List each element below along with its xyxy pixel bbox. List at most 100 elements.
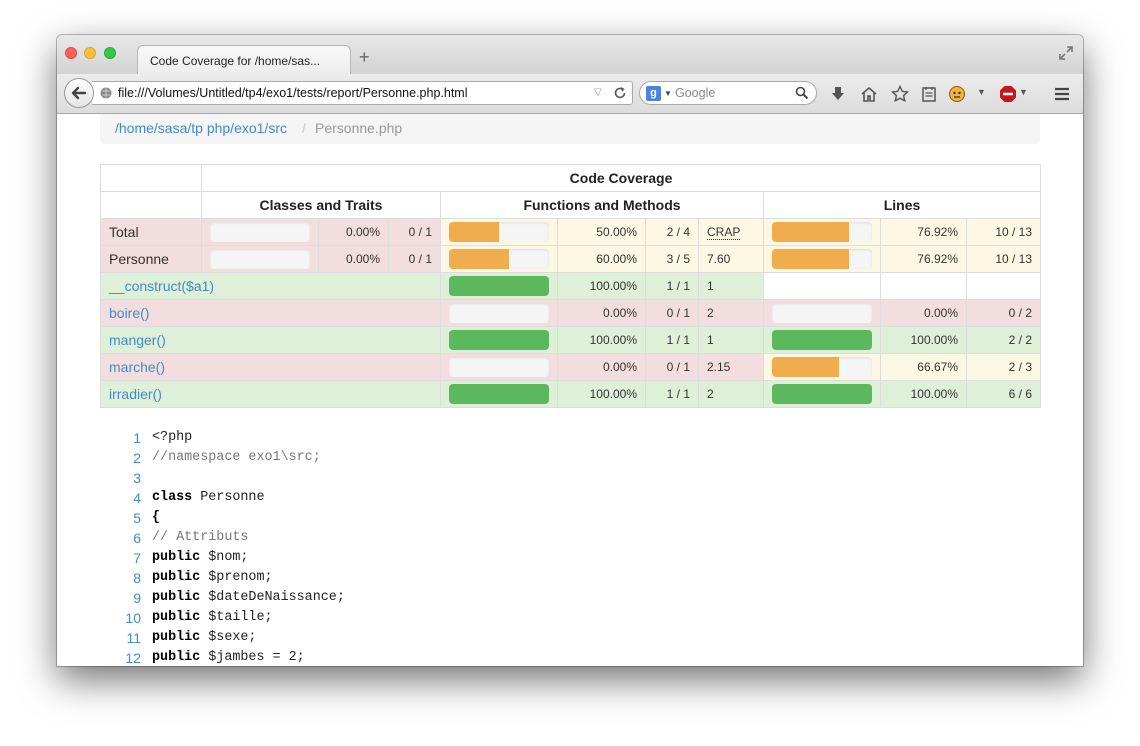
greasemonkey-dropdown-icon[interactable]: ▼ [977,87,986,97]
line-number[interactable]: 12 [117,648,141,666]
code-token: $dateDeNaissance; [200,590,345,605]
functions-bar-cell [440,245,558,273]
functions-bar-cell [440,380,558,408]
functions-percent-value: 100.00% [589,279,637,293]
lines-bar-cell [763,218,881,246]
functions-count-value: 2 / 4 [666,225,690,239]
functions-progress-bar-fill [449,249,509,269]
line-number[interactable]: 8 [117,568,141,588]
classes-progress-bar [210,222,310,242]
crap-value: 7.60 [707,252,731,266]
method-link[interactable]: marche() [109,359,165,375]
functions-count-value: 1 / 1 [666,333,690,347]
lines-count: 6 / 6 [965,380,1042,408]
lines-count-value: 2 / 2 [1008,333,1033,347]
line-number[interactable]: 11 [117,628,141,648]
bookmark-star-icon[interactable] [891,85,909,103]
globe-icon [100,87,112,99]
code-text: public $prenom; [152,568,273,588]
functions-count: 3 / 5 [645,245,699,273]
search-icon[interactable] [795,86,809,100]
lines-percent: 0.00% [880,299,967,327]
url-history-dropdown-icon[interactable]: ▽ [594,87,602,98]
search-bar[interactable]: g ▼ Google [639,81,817,105]
row-name: Total [109,224,139,240]
row-name-cell: marche() [100,353,441,381]
row-name-cell: Personne [100,245,202,273]
line-number[interactable]: 5 [117,508,141,528]
code-token: $jambes = 2; [200,650,305,665]
line-number[interactable]: 3 [117,468,141,488]
lines-progress-bar-fill [772,330,872,350]
coverage-row: irradier() 100.00% 1 / 1 2 100.00% 6 / 6 [100,380,1042,408]
home-icon[interactable] [860,85,878,103]
classes-percent: 0.00% [318,245,389,273]
line-number[interactable]: 10 [117,608,141,628]
download-icon[interactable] [829,85,847,103]
method-link[interactable]: boire() [109,305,149,321]
lines-progress-bar-fill [772,249,849,269]
breadcrumb-src-link[interactable]: /home/sasa/tp php/exo1/src [115,120,287,136]
back-arrow-icon [71,86,87,100]
url-bar[interactable]: file:///Volumes/Untitled/tp4/exo1/tests/… [92,81,633,105]
line-number[interactable]: 7 [117,548,141,568]
code-text: class Personne [152,488,265,508]
lines-bar-cell [763,353,881,381]
code-line: 4 class Personne [117,488,1017,508]
functions-progress-bar-fill [449,222,499,242]
functions-percent-value: 50.00% [596,225,637,239]
functions-percent-value: 100.00% [589,387,637,401]
coverage-row: manger() 100.00% 1 / 1 1 100.00% 2 / 2 [100,326,1042,354]
code-text: <?php [152,428,192,448]
method-link[interactable]: manger() [109,332,166,348]
method-link[interactable]: __construct($a1) [109,278,214,294]
classes-count: 0 / 1 [388,218,441,246]
fullscreen-icon[interactable] [1059,46,1073,60]
lines-progress-bar-fill [772,357,839,377]
code-text: public $sexe; [152,628,256,648]
line-number[interactable]: 9 [117,588,141,608]
classes-percent-value: 0.00% [345,225,380,239]
close-window-button[interactable] [65,47,77,59]
functions-percent: 50.00% [557,218,646,246]
functions-bar-cell [440,299,558,327]
reload-icon[interactable] [613,86,627,100]
lines-count-value: 10 / 13 [995,225,1033,239]
tab-title: Code Coverage for /home/sas... [150,54,321,68]
back-button[interactable] [64,78,94,108]
lines-bar-cell [763,245,881,273]
classes-count-value: 0 / 1 [408,252,432,266]
adblock-dropdown-icon[interactable]: ▼ [1019,87,1028,97]
classes-percent-value: 0.00% [345,252,380,266]
line-number[interactable]: 6 [117,528,141,548]
zoom-window-button[interactable] [104,47,116,59]
crap-value: 2 [707,306,714,320]
search-engine-dropdown-icon[interactable]: ▼ [664,89,672,98]
crap-value: 2.15 [707,360,731,374]
line-number[interactable]: 2 [117,448,141,468]
functions-count-value: 3 / 5 [666,252,690,266]
url-text[interactable]: file:///Volumes/Untitled/tp4/exo1/tests/… [118,86,468,100]
code-text: public $taille; [152,608,273,628]
greasemonkey-icon[interactable] [948,85,966,103]
crap-cell: 2 [698,380,764,408]
header-functions-and-methods: Functions and Methods [440,191,764,219]
code-token: $nom; [200,550,249,565]
code-coverage-table: Code Coverage Classes and Traits Functio… [100,164,1042,408]
minimize-window-button[interactable] [84,47,96,59]
menu-icon[interactable] [1053,85,1071,103]
browser-tab[interactable]: Code Coverage for /home/sas... [137,45,351,75]
adblock-icon[interactable] [999,85,1017,103]
google-search-engine-icon[interactable]: g [646,86,661,101]
classes-bar-cell [201,245,319,273]
new-tab-button[interactable]: + [359,48,370,66]
method-link[interactable]: irradier() [109,386,162,402]
line-number[interactable]: 4 [117,488,141,508]
classes-count: 0 / 1 [388,245,441,273]
lines-percent: 100.00% [880,380,967,408]
line-number[interactable]: 1 [117,428,141,448]
lines-percent-value: 100.00% [910,387,958,401]
lines-progress-bar-fill [772,222,849,242]
functions-count: 1 / 1 [645,326,699,354]
reading-list-icon[interactable] [920,85,938,103]
